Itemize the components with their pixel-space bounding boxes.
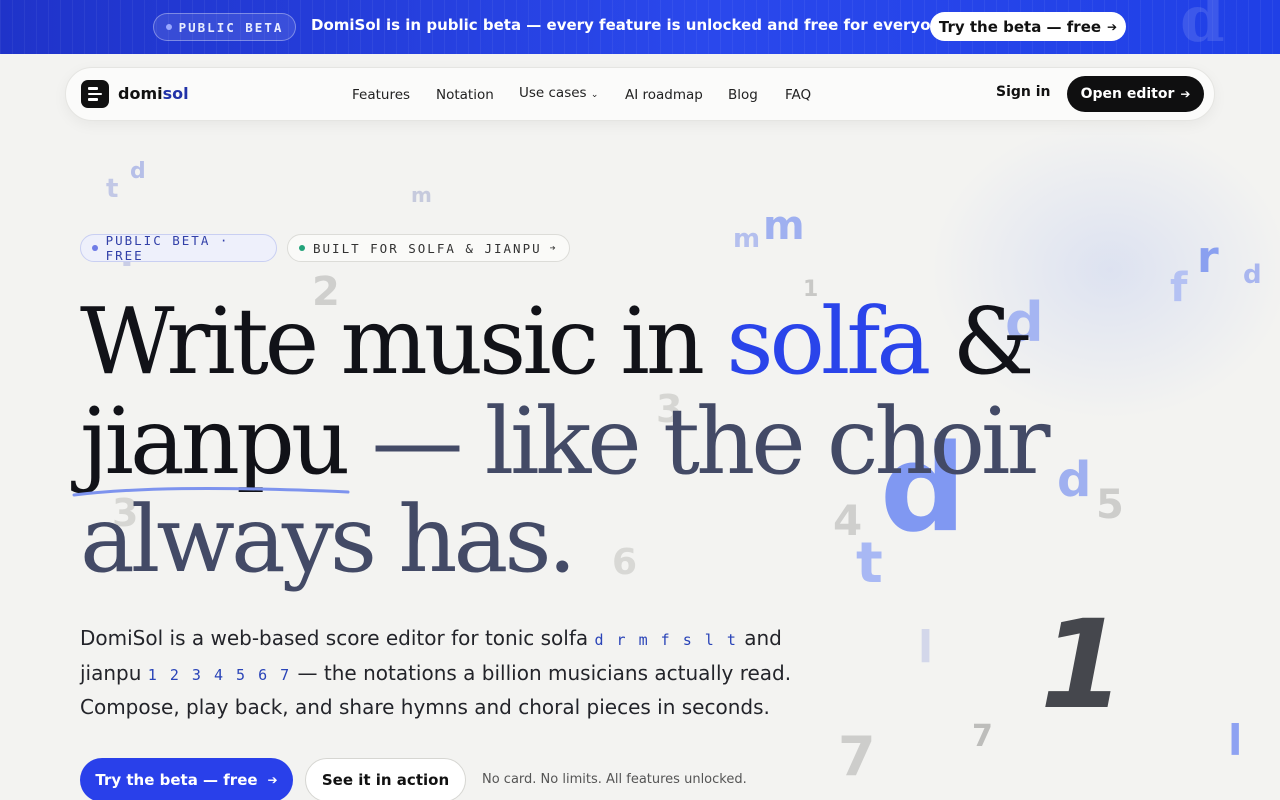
logo-wordmark[interactable]: domisol [118,84,189,103]
floating-glyph: r [1197,232,1219,283]
sign-in-link[interactable]: Sign in [996,84,1051,100]
nav-link-faq[interactable]: FAQ [785,87,811,103]
nav-link-notation[interactable]: Notation [436,87,494,103]
open-editor-label: Open editor [1080,86,1175,102]
nav-link-features[interactable]: Features [352,87,410,103]
description-text: DomiSol is a web-based score editor for … [80,626,595,650]
floating-glyph: f [1170,265,1188,311]
try-beta-label: Try the beta — free [95,771,258,789]
chevron-down-icon: ⌄ [590,90,599,100]
floating-glyph: d [1057,452,1092,508]
floating-glyph: d [130,159,146,184]
floating-glyph: m [411,183,432,207]
main-navbar: domisol Features Notation Use cases ⌄ AI… [65,67,1215,121]
floating-glyph: m [763,203,805,249]
floating-glyph: d [1243,260,1262,290]
floating-glyph: t [106,174,119,204]
hero-headline-line2: jianpu — like the choir [80,396,1050,488]
floating-glyph: l [1228,716,1243,765]
jianpu-digits: 1 2 3 4 5 6 7 [147,665,292,684]
public-beta-tag: PUBLIC BETA · FREE [80,233,277,263]
see-in-action-button[interactable]: See it in action [305,758,466,800]
floating-glyph: l [918,622,934,673]
logo-icon[interactable] [81,80,109,108]
built-for-tag[interactable]: BUILT FOR SOLFA & JIANPU ➔ [287,234,570,262]
banner-decoration: d 1 [1180,0,1225,54]
cta-fineprint: No card. No limits. All features unlocke… [482,772,747,787]
headline-text: & [927,288,1034,395]
beta-pill: PUBLIC BETA [153,13,296,41]
floating-glyph: 7 [838,725,876,788]
nav-use-cases-label: Use cases [519,85,587,101]
status-dot-icon [92,245,98,251]
banner-message: DomiSol is in public beta — every featur… [311,16,958,34]
beta-pill-label: PUBLIC BETA [178,19,284,35]
floating-glyph: t [856,531,883,596]
floating-glyph: 5 [1096,482,1124,528]
arrow-right-icon: ➔ [1107,19,1118,34]
arrow-right-icon: ➔ [549,242,556,254]
floating-glyph: 6 [612,542,638,583]
hero-headline-line1: Write music in solfa & [80,296,1034,388]
solfa-syllables: d r m f s l t [594,631,738,649]
banner-try-beta-button[interactable]: Try the beta — free ➔ [930,12,1126,41]
headline-highlight-solfa: solfa [726,288,931,395]
arrow-right-icon: ➔ [267,773,278,787]
announcement-banner: d 1 PUBLIC BETA DomiSol is in public bet… [0,0,1280,54]
arrow-right-icon: ➔ [1180,87,1191,101]
headline-text: Write music in [80,288,727,395]
headline-text: — like the choir [346,388,1050,495]
built-for-tag-label: BUILT FOR SOLFA & JIANPU [313,240,542,256]
nav-link-blog[interactable]: Blog [728,87,758,103]
open-editor-button[interactable]: Open editor ➔ [1067,76,1204,112]
hero-headline-line3: always has. [80,486,577,593]
logo-suffix: sol [162,84,189,103]
try-beta-button[interactable]: Try the beta — free ➔ [80,758,293,800]
status-dot-icon [165,24,172,30]
nav-link-ai-roadmap[interactable]: AI roadmap [625,87,703,103]
banner-cta-label: Try the beta — free [938,17,1102,36]
logo-prefix: domi [118,84,163,103]
public-beta-tag-label: PUBLIC BETA · FREE [105,233,230,263]
status-dot-icon [299,245,305,251]
floating-glyph: 1 [1040,594,1125,736]
floating-glyph: m [733,224,761,254]
nav-link-use-cases[interactable]: Use cases ⌄ [519,85,598,101]
floating-glyph: 7 [972,719,993,754]
hero-description: DomiSol is a web-based score editor for … [80,622,800,724]
